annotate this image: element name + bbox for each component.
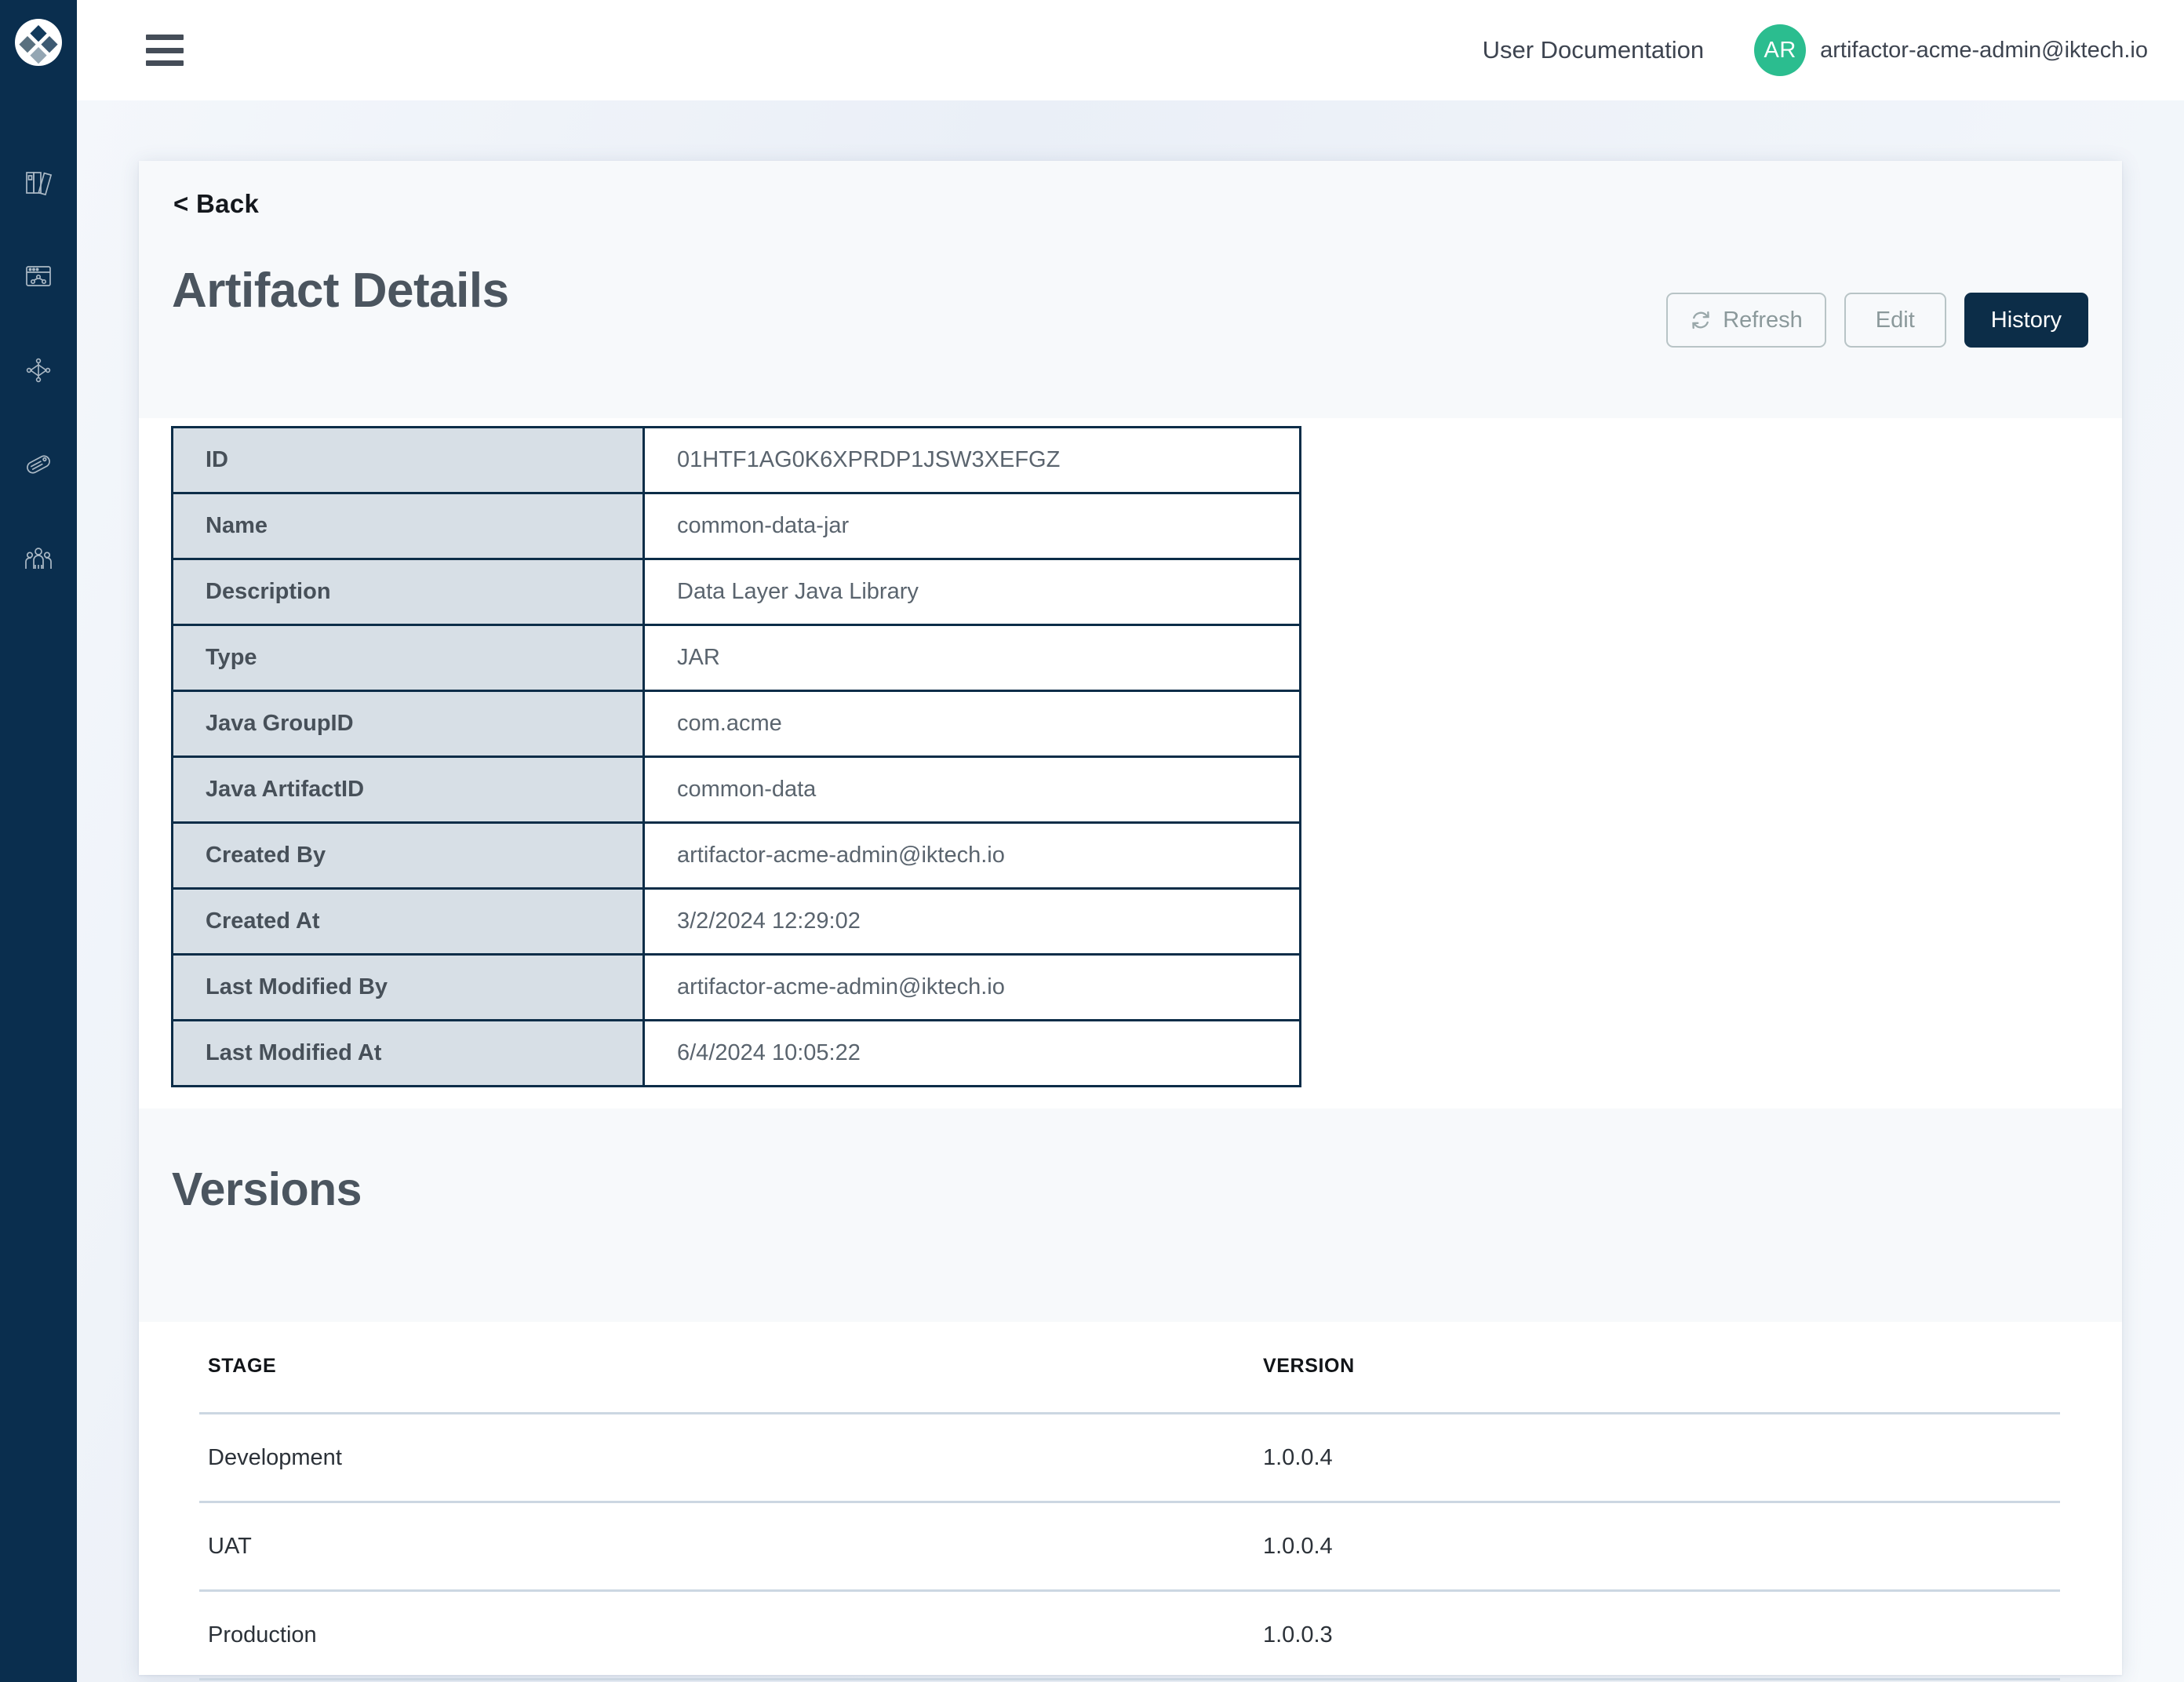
- table-row: Type JAR: [173, 625, 1301, 691]
- detail-value: 3/2/2024 12:29:02: [644, 889, 1301, 955]
- detail-value: 01HTF1AG0K6XPRDP1JSW3XEFGZ: [644, 428, 1301, 493]
- detail-key: Type: [173, 625, 644, 691]
- hamburger-bar: [146, 60, 184, 66]
- action-buttons: Refresh Edit History: [1666, 293, 2088, 348]
- sidebar-item-users[interactable]: [18, 538, 59, 579]
- diamond-cluster-logo-icon: [13, 17, 64, 67]
- edit-button[interactable]: Edit: [1844, 293, 1946, 348]
- version-number-cell: 1.0.0.3: [1254, 1591, 2060, 1680]
- sidebar-item-library[interactable]: [18, 162, 59, 202]
- user-documentation-link[interactable]: User Documentation: [1483, 36, 1705, 64]
- page-title: Artifact Details: [172, 263, 509, 319]
- detail-key: Java GroupID: [173, 691, 644, 757]
- page-canvas: < Back Artifact Details Refresh Edit His…: [77, 100, 2184, 1682]
- sidebar-item-artifacts[interactable]: [18, 350, 59, 391]
- versions-table: STAGE VERSION Development 1.0.0.4 UAT 1.…: [199, 1355, 2060, 1680]
- table-row: ID 01HTF1AG0K6XPRDP1JSW3XEFGZ: [173, 428, 1301, 493]
- books-icon: [20, 164, 56, 200]
- detail-key: Name: [173, 493, 644, 559]
- table-row: Java GroupID com.acme: [173, 691, 1301, 757]
- column-header-version[interactable]: VERSION: [1254, 1355, 2060, 1414]
- version-stage-cell: Development: [199, 1414, 1254, 1502]
- detail-value: common-data-jar: [644, 493, 1301, 559]
- table-row: Name common-data-jar: [173, 493, 1301, 559]
- topbar: User Documentation AR artifactor-acme-ad…: [77, 0, 2184, 100]
- sidebar-item-labels[interactable]: [18, 444, 59, 485]
- table-row: Description Data Layer Java Library: [173, 559, 1301, 625]
- table-row: Java ArtifactID common-data: [173, 757, 1301, 823]
- browser-pipeline-icon: [20, 258, 56, 294]
- detail-value: artifactor-acme-admin@iktech.io: [644, 823, 1301, 889]
- table-row: Last Modified By artifactor-acme-admin@i…: [173, 955, 1301, 1021]
- refresh-button[interactable]: Refresh: [1666, 293, 1826, 348]
- hamburger-bar: [146, 48, 184, 53]
- back-link[interactable]: < Back: [173, 189, 259, 219]
- users-group-icon: [20, 541, 56, 577]
- version-number-cell: 1.0.0.4: [1254, 1502, 2060, 1591]
- user-email-label: artifactor-acme-admin@iktech.io: [1820, 38, 2148, 64]
- version-number-cell: 1.0.0.4: [1254, 1414, 2060, 1502]
- hamburger-bar: [146, 35, 184, 40]
- versions-header-row: STAGE VERSION: [199, 1355, 2060, 1414]
- column-header-stage[interactable]: STAGE: [199, 1355, 1254, 1414]
- detail-value: common-data: [644, 757, 1301, 823]
- sidebar-item-dashboard[interactable]: [18, 256, 59, 297]
- detail-key: Last Modified At: [173, 1021, 644, 1087]
- detail-value: artifactor-acme-admin@iktech.io: [644, 955, 1301, 1021]
- refresh-button-label: Refresh: [1723, 308, 1803, 333]
- sidebar: [0, 0, 77, 1682]
- history-button-label: History: [1991, 308, 2062, 333]
- sidebar-nav: [18, 162, 59, 579]
- artifact-details-card: < Back Artifact Details Refresh Edit His…: [139, 161, 2122, 1675]
- artifact-details-table: ID 01HTF1AG0K6XPRDP1JSW3XEFGZ Name commo…: [171, 426, 1301, 1087]
- edit-button-label: Edit: [1876, 308, 1915, 333]
- version-stage-cell: UAT: [199, 1502, 1254, 1591]
- table-row: Created By artifactor-acme-admin@iktech.…: [173, 823, 1301, 889]
- detail-key: Created By: [173, 823, 644, 889]
- detail-key: Last Modified By: [173, 955, 644, 1021]
- version-stage-cell: Production: [199, 1591, 1254, 1680]
- table-row: Last Modified At 6/4/2024 10:05:22: [173, 1021, 1301, 1087]
- versions-heading: Versions: [172, 1163, 362, 1216]
- history-button[interactable]: History: [1964, 293, 2088, 348]
- topbar-right-group: User Documentation AR artifactor-acme-ad…: [1483, 24, 2148, 76]
- network-nodes-icon: [20, 352, 56, 388]
- detail-value: com.acme: [644, 691, 1301, 757]
- table-row[interactable]: UAT 1.0.0.4: [199, 1502, 2060, 1591]
- detail-key: ID: [173, 428, 644, 493]
- detail-value: JAR: [644, 625, 1301, 691]
- app-logo[interactable]: [13, 17, 64, 67]
- detail-key: Description: [173, 559, 644, 625]
- detail-key: Created At: [173, 889, 644, 955]
- hamburger-icon[interactable]: [146, 35, 184, 66]
- table-row[interactable]: Production 1.0.0.3: [199, 1591, 2060, 1680]
- avatar[interactable]: AR: [1754, 24, 1806, 76]
- detail-value: Data Layer Java Library: [644, 559, 1301, 625]
- detail-key: Java ArtifactID: [173, 757, 644, 823]
- table-row: Created At 3/2/2024 12:29:02: [173, 889, 1301, 955]
- tag-icon: [20, 446, 56, 482]
- refresh-icon: [1690, 309, 1712, 331]
- detail-value: 6/4/2024 10:05:22: [644, 1021, 1301, 1087]
- table-row[interactable]: Development 1.0.0.4: [199, 1414, 2060, 1502]
